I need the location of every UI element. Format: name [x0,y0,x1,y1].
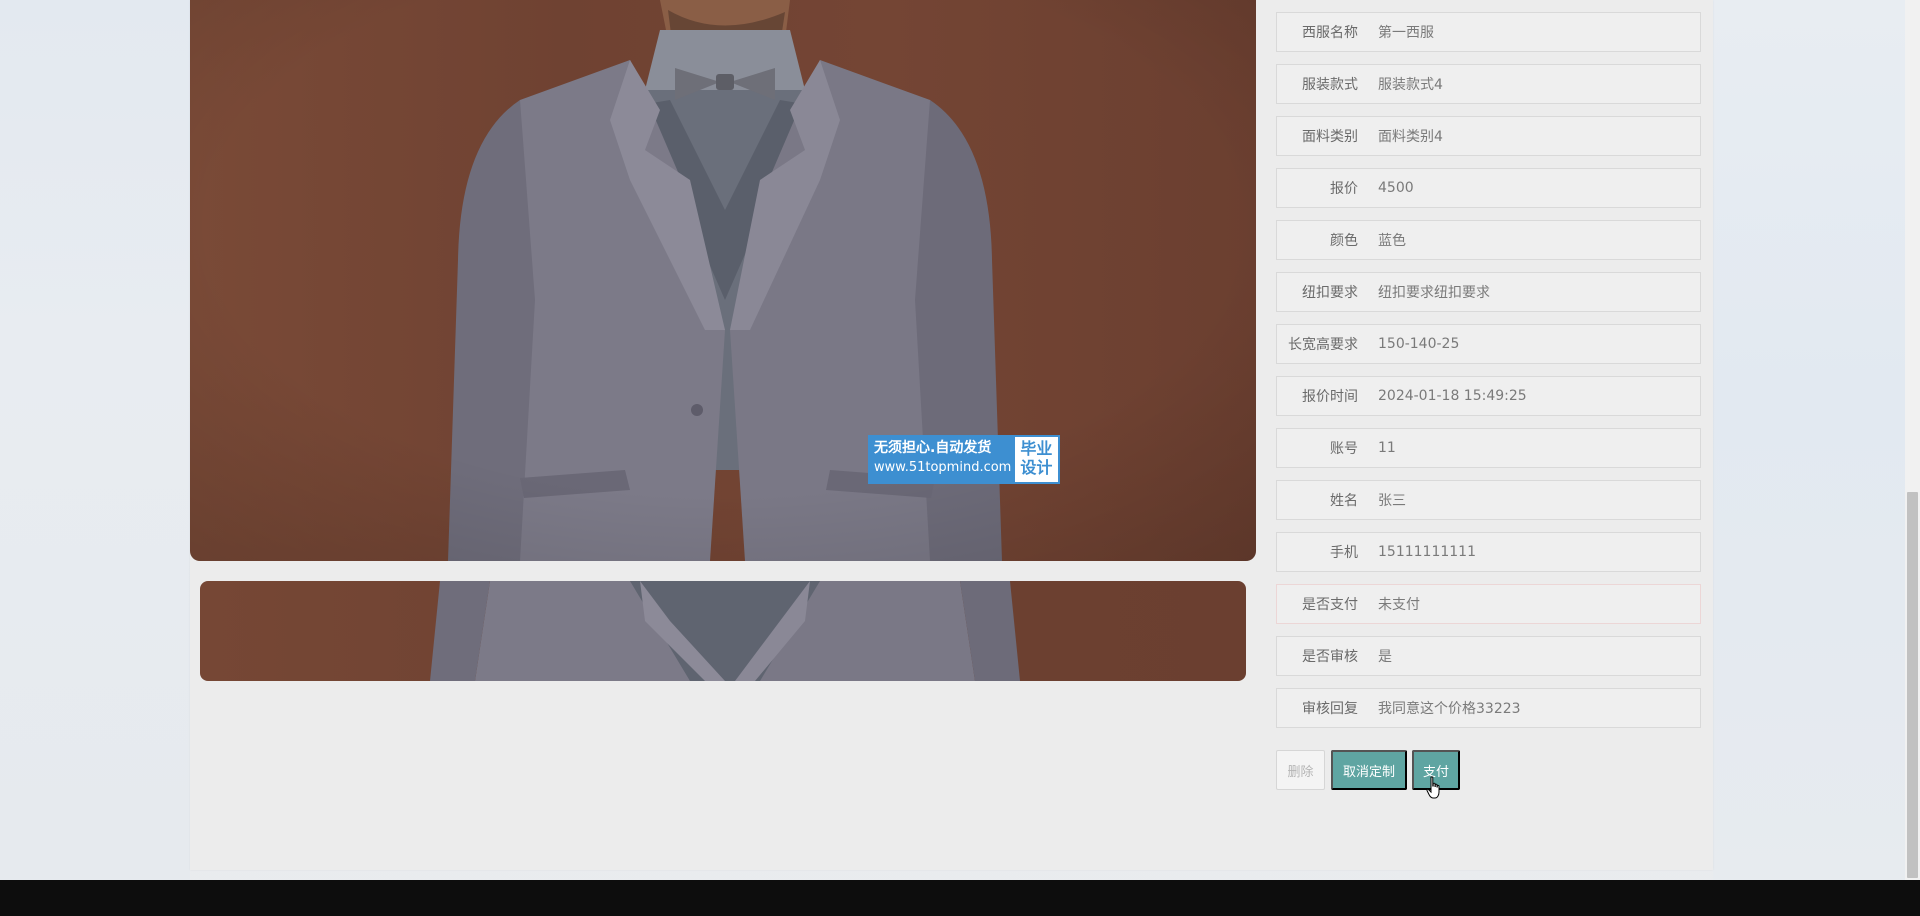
field-name: 姓名 张三 [1276,480,1701,520]
field-label: 报价时间 [1302,389,1358,405]
watermark-right: 毕业设计 [1020,439,1053,477]
field-review-status: 是否审核 是 [1276,636,1701,676]
field-quote-time: 报价时间 2024-01-18 15:49:25 [1276,376,1701,416]
product-main-image[interactable] [190,0,1256,561]
field-label: 账号 [1330,441,1358,457]
page-background-left [0,0,190,880]
field-payment-status: 是否支付 未支付 [1276,584,1701,624]
field-label: 是否审核 [1302,649,1358,665]
footer-bar [0,880,1920,916]
field-label: 颜色 [1330,233,1358,249]
watermark-line2: www.51topmind.com [874,460,1012,475]
field-suit-name: 西服名称 第一西服 [1276,12,1701,52]
field-account: 账号 11 [1276,428,1701,468]
field-value: 我同意这个价格33223 [1378,701,1521,717]
field-review-reply: 审核回复 我同意这个价格33223 [1276,688,1701,728]
field-value: 蓝色 [1378,233,1406,249]
field-value: 第一西服 [1378,25,1434,41]
delete-button[interactable]: 删除 [1276,750,1325,790]
field-label: 服装款式 [1302,77,1358,93]
field-label: 报价 [1330,181,1358,197]
page-scrollbar-thumb[interactable] [1907,492,1918,878]
field-value: 是 [1378,649,1392,665]
field-value: 张三 [1378,493,1406,509]
cancel-customization-button[interactable]: 取消定制 [1331,750,1407,790]
field-label: 是否支付 [1302,597,1358,613]
watermark-text: 无须担心.自动发货 www.51topmind.com [870,437,1016,482]
field-value: 15111111111 [1378,544,1476,560]
field-value: 纽扣要求纽扣要求 [1378,285,1490,301]
watermark-badge: 无须担心.自动发货 www.51topmind.com 毕业设计 [868,435,1061,484]
field-value: 服装款式4 [1378,77,1443,93]
field-price: 报价 4500 [1276,168,1701,208]
watermark-line1: 无须担心.自动发货 [874,440,992,456]
field-value: 11 [1378,440,1396,456]
product-thumbnail[interactable] [200,581,1246,681]
field-label: 姓名 [1330,493,1358,509]
field-label: 手机 [1330,545,1358,561]
suit-model-illustration [190,0,1256,561]
field-value: 2024-01-18 15:49:25 [1378,388,1527,404]
field-label: 面料类别 [1302,129,1358,145]
suit-thumbnail-illustration [430,581,1020,681]
field-fabric: 面料类别 面料类别4 [1276,116,1701,156]
field-label: 审核回复 [1302,701,1358,717]
field-dimensions: 长宽高要求 150-140-25 [1276,324,1701,364]
page-background-right [1713,0,1905,880]
field-value: 4500 [1378,180,1414,196]
field-style: 服装款式 服装款式4 [1276,64,1701,104]
field-value: 150-140-25 [1378,336,1460,352]
field-value: 面料类别4 [1378,129,1443,145]
field-value: 未支付 [1378,597,1420,613]
hand-pointer-icon [1426,776,1442,800]
field-label: 长宽高要求 [1288,337,1358,353]
field-color: 颜色 蓝色 [1276,220,1701,260]
field-label: 西服名称 [1302,25,1358,41]
field-label: 纽扣要求 [1302,285,1358,301]
field-phone: 手机 15111111111 [1276,532,1701,572]
field-button-requirement: 纽扣要求 纽扣要求纽扣要求 [1276,272,1701,312]
